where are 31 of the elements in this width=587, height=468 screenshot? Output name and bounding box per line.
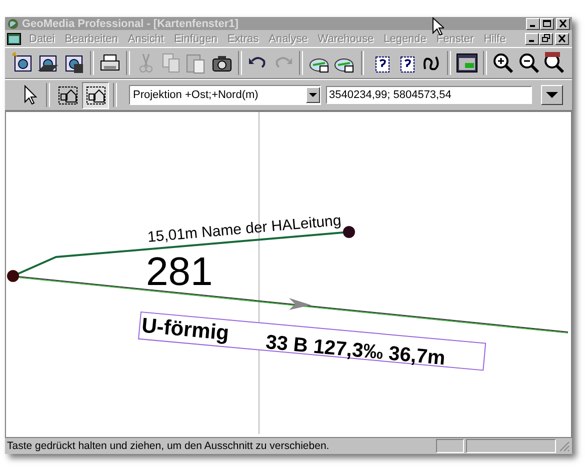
number-label: 281	[146, 250, 213, 294]
status-pane	[436, 439, 464, 453]
coordinate-field[interactable]: 3540234,99; 5804573,54	[326, 86, 532, 104]
minimize-button[interactable]	[525, 32, 539, 44]
maximize-button[interactable]	[540, 18, 554, 30]
measure-label: 33 B 127,3‰ 36,7m	[264, 331, 446, 370]
map-canvas[interactable]: 15,01m Name der HALeitung 281 U-förmig 33 B 127,3‰ 36,7m	[5, 111, 572, 438]
close-icon	[558, 19, 568, 28]
restore-button[interactable]	[539, 32, 553, 44]
zoom-in-icon	[491, 51, 516, 75]
minimize-button[interactable]	[526, 18, 540, 30]
zoom-out-icon	[516, 51, 540, 75]
window-icon	[455, 51, 480, 75]
globe-icon	[7, 18, 19, 30]
line-label: 15,01m Name der HALeitung	[146, 212, 342, 246]
window-title: GeoMedia Professional - [Kartenfenster1]	[22, 18, 238, 30]
dropdown-button[interactable]	[541, 85, 563, 105]
shape-label: U-förmig	[140, 314, 230, 345]
coordinate-system-dropdown[interactable]: Projektion +Ost;+Nord(m)	[129, 85, 321, 105]
maximize-icon	[542, 19, 552, 28]
mouse-cursor-icon	[432, 17, 444, 36]
dropdown-arrow-icon	[309, 92, 317, 98]
dropdown-arrow-icon	[546, 92, 558, 98]
map-document-icon	[7, 32, 21, 44]
select-feature-button[interactable]	[82, 82, 109, 108]
close-button[interactable]	[555, 32, 569, 44]
resize-grip-icon	[558, 440, 570, 452]
close-icon	[557, 34, 567, 43]
restore-icon	[541, 34, 551, 43]
close-button[interactable]	[556, 18, 570, 30]
status-text: Taste gedrückt halten und ziehen, um den Ausschnitt zu verschieben.	[7, 440, 330, 452]
